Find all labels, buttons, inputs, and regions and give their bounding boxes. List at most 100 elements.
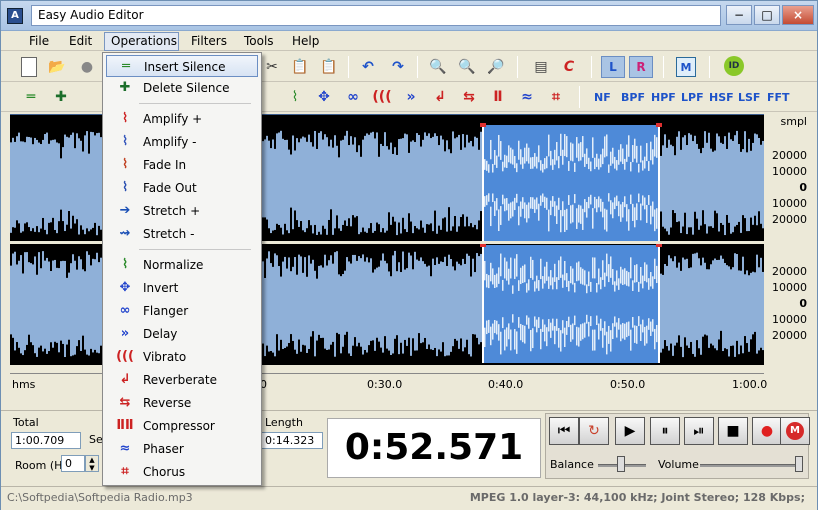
maximize-button[interactable]: □ [754,5,780,25]
menu-item-fade-in[interactable]: ⌇ Fade In [106,154,258,176]
cut-icon[interactable]: ✂ [262,57,282,77]
paste-icon[interactable]: 📋 [319,57,339,77]
m-record-button[interactable]: M [780,417,810,445]
help-info-icon[interactable]: ID [724,56,744,76]
timeline-unit: hms [12,378,36,391]
timeline-tick: 0:40.0 [488,378,524,391]
m-tag-icon[interactable]: M [676,57,696,77]
balance-slider[interactable] [616,456,625,472]
menu-item-fade-out[interactable]: ⌇ Fade Out [106,177,258,199]
compressor-tool-icon[interactable]: Ⅱ [488,87,508,107]
compressor-icon: ⅡⅡ [116,418,134,433]
menu-operations[interactable]: Operations [104,32,179,51]
new-file-icon[interactable] [21,57,37,77]
zoom-in-icon[interactable]: 🔍 [428,57,448,77]
menu-item-amplify-minus[interactable]: ⌇ Amplify - [106,131,258,153]
left-channel-button[interactable]: L [601,56,625,78]
menu-item-invert[interactable]: ✥ Invert [106,277,258,299]
menu-item-normalize[interactable]: ⌇ Normalize [106,254,258,276]
zoom-selection-icon[interactable]: 🔎 [486,57,506,77]
convert-icon[interactable]: C [559,57,579,77]
length-value: 0:14.323 [261,432,323,449]
menu-item-delete-silence[interactable]: ✚ Delete Silence [106,77,258,99]
copy-icon[interactable]: 📋 [290,57,310,77]
status-bar: C:\Softpedia\Softpedia Radio.mp3 MPEG 1.… [1,486,817,510]
room-spinner[interactable]: ▲ ▼ [85,455,99,472]
reverberate-tool-icon[interactable]: ↲ [430,87,450,107]
fft-button[interactable]: FFT [767,91,790,104]
menu-item-stretch-plus[interactable]: ➔ Stretch + [106,200,258,222]
filter-lsf-button[interactable]: LSF [738,91,760,104]
invert-tool-icon[interactable]: ✥ [314,87,334,107]
phaser-tool-icon[interactable]: ≈ [517,87,537,107]
redo-icon[interactable]: ↷ [388,57,408,77]
menu-bar: File Edit Operations Filters Tools Help [1,32,817,51]
volume-slider[interactable] [794,456,803,472]
status-format: MPEG 1.0 layer-3: 44,100 kHz; Joint Ster… [469,491,805,504]
menu-item-label: Delay [143,327,178,341]
room-input[interactable]: 0 [61,455,85,472]
menu-item-label: Normalize [143,258,204,272]
mix-icon[interactable]: ▤ [531,57,551,77]
menu-file[interactable]: File [23,34,55,49]
delete-silence-tool-icon[interactable]: ✚ [51,87,71,107]
scale-label: 20000 [772,329,807,342]
menu-item-amplify-plus[interactable]: ⌇ Amplify + [106,108,258,130]
insert-silence-tool-icon[interactable]: ═ [21,87,41,107]
play-icon[interactable]: ▶ [615,417,645,445]
menu-item-vibrato[interactable]: (((Vibrato [106,346,258,368]
flanger-tool-icon[interactable]: ∞ [343,87,363,107]
menu-item-stretch-minus[interactable]: ⇝ Stretch - [106,223,258,245]
timeline-tick: 0:30.0 [367,378,403,391]
fade-in-icon: ⌇ [121,157,129,172]
right-channel-button[interactable]: R [629,56,653,78]
m-badge: M [786,422,804,440]
filter-bpf-button[interactable]: BPF [621,91,645,104]
menu-item-label: Reverberate [143,373,217,387]
normalize-tool-icon[interactable]: ⌇ [285,87,305,107]
menu-tools[interactable]: Tools [238,34,280,49]
vibrato-tool-icon[interactable]: ((( [372,87,392,107]
menu-item-insert-silence[interactable]: ═ Insert Silence [106,55,258,77]
undo-icon[interactable]: ↶ [358,57,378,77]
operations-dropdown: ═ Insert Silence ✚ Delete Silence ⌇ Amplify +… [102,52,262,486]
menu-item-label: Stretch - [143,227,195,241]
chorus-tool-icon[interactable]: ⌗ [546,87,566,107]
menu-item-delay[interactable]: » Delay [106,323,258,345]
menu-item-chorus[interactable]: ⌗ Chorus [106,461,258,483]
menu-help[interactable]: Help [286,34,325,49]
step-forward-icon[interactable]: ⏯ [684,417,714,445]
open-file-icon[interactable]: 📂 [47,57,67,77]
menu-edit[interactable]: Edit [63,34,98,49]
menu-item-compressor[interactable]: ⅡⅡ Compressor [106,415,258,437]
filter-hsf-button[interactable]: HSF [709,91,734,104]
record-button[interactable]: ● [752,417,782,445]
close-button[interactable]: × [782,5,814,25]
cd-icon[interactable]: ● [77,57,97,77]
title-bar: A Easy Audio Editor − □ × [1,1,817,31]
scale-label: 10000 [772,197,807,210]
minimize-button[interactable]: − [726,5,752,25]
amplify-minus-icon: ⌇ [121,134,129,149]
menu-item-flanger[interactable]: ∞ Flanger [106,300,258,322]
stop-icon[interactable]: ■ [718,417,748,445]
skip-back-icon[interactable]: ⏮ [549,417,579,445]
menu-separator [139,103,251,104]
loop-play-icon[interactable]: ↻ [579,417,609,445]
menu-item-reverse[interactable]: ⇆ Reverse [106,392,258,414]
room-label: Room (H) [15,459,67,472]
zoom-out-icon[interactable]: 🔍 [457,57,477,77]
delay-tool-icon[interactable]: » [401,87,421,107]
window-title: Easy Audio Editor [31,5,721,26]
reverse-tool-icon[interactable]: ⇆ [459,87,479,107]
filter-lpf-button[interactable]: LPF [681,91,704,104]
filter-hpf-button[interactable]: HPF [651,91,676,104]
menu-item-phaser[interactable]: ≈ Phaser [106,438,258,460]
pause-icon[interactable]: ⏸ [650,417,680,445]
filter-nf-button[interactable]: NF [594,91,611,104]
volume-track [700,464,802,467]
menu-item-reverberate[interactable]: ↲ Reverberate [106,369,258,391]
current-time-display: 0:52.571 [327,418,541,478]
menu-filters[interactable]: Filters [185,34,233,49]
menu-item-label: Reverse [143,396,192,410]
